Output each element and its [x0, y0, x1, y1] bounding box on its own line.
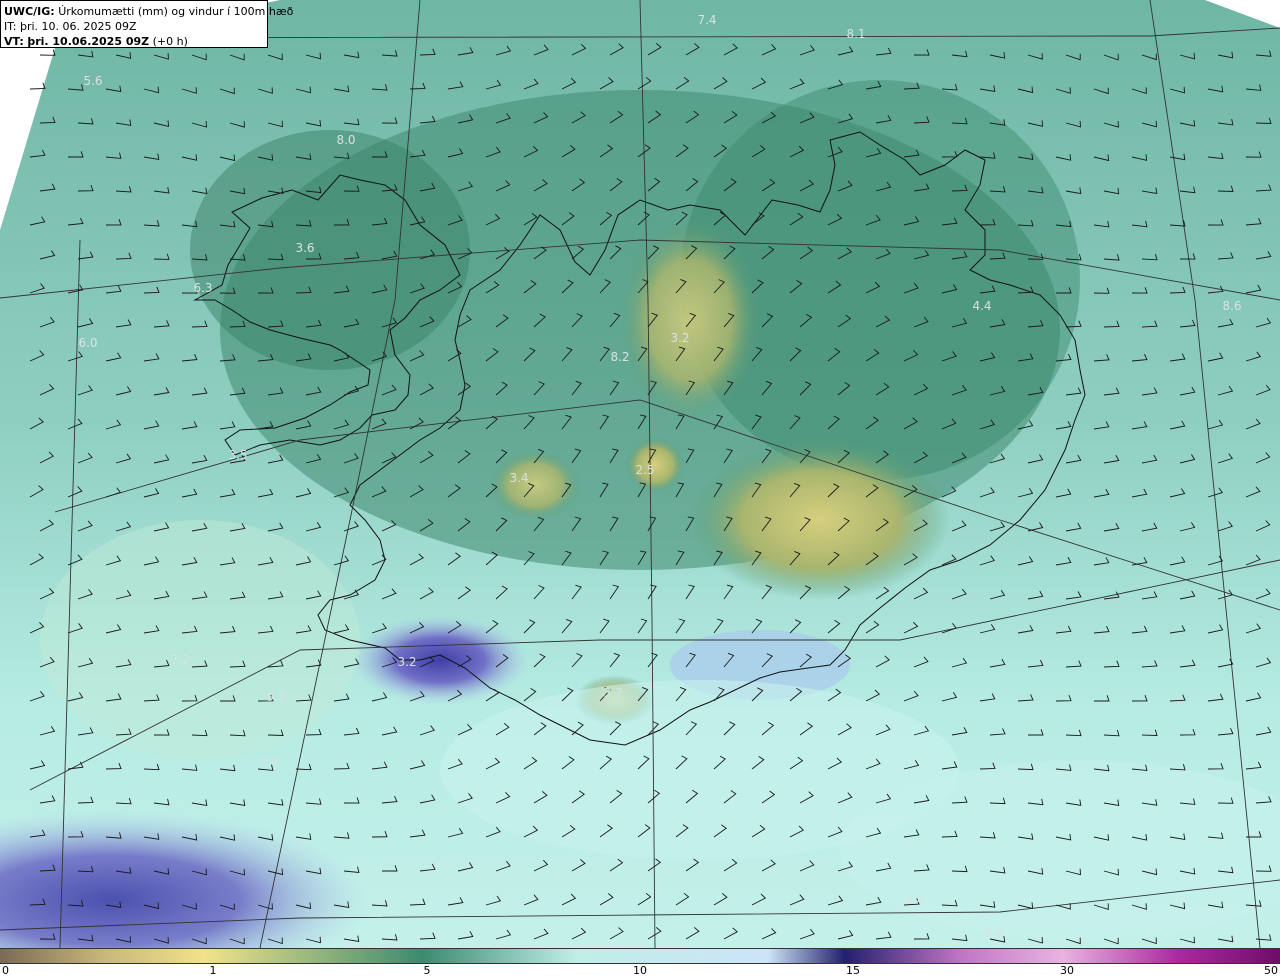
colorbar-tick: 10	[633, 964, 647, 977]
station-value: 5.6	[83, 74, 102, 88]
station-value: 8.1	[846, 27, 865, 41]
station-value: 8.6	[1222, 299, 1241, 313]
station-value: 9.3	[266, 690, 285, 704]
info-box: UWC/IG: Úrkomumætti (mm) og vindur í 100…	[0, 0, 293, 48]
station-value: 2.5	[635, 463, 654, 477]
valid-time-label: VT:	[4, 35, 24, 48]
station-value: 8.2	[610, 350, 629, 364]
station-value: 3.2	[670, 331, 689, 345]
colorbar-ticks: 0 1 5 10 15 30 50	[0, 964, 1280, 978]
map-title: Úrkomumætti (mm) og vindur í 100m hæð	[58, 5, 294, 18]
station-value: 6.0	[78, 336, 97, 350]
station-value: 6.3	[193, 281, 212, 295]
colorbar-tick: 1	[209, 964, 217, 977]
colorbar-tick: 50	[1264, 964, 1278, 977]
station-value: 3.6	[295, 241, 314, 255]
station-value: 3.4	[509, 471, 528, 485]
valid-time-value: þri. 10.06.2025 09Z	[27, 35, 150, 48]
station-value: 3.4	[905, 893, 924, 907]
station-value: 3.2	[397, 655, 416, 669]
colorbar-tick: 0	[2, 964, 9, 977]
station-value: 7.4	[260, 755, 279, 769]
colorbar-tick: 5	[423, 964, 431, 977]
initial-time: IT: þri. 10. 06. 2025 09Z	[4, 20, 137, 33]
station-value: 3.5	[228, 448, 247, 462]
valid-time-offset: (+0 h)	[152, 35, 188, 48]
station-value: 9.4	[983, 925, 1002, 939]
precipitation-map: 7.4 8.1 5.6 8.0 3.6 6.3 6.0 3.5 3.4 2.5 3.2 8.2 4.4 8…	[0, 0, 1280, 948]
station-value: 8.0	[336, 133, 355, 147]
station-value: 3.7	[603, 686, 622, 700]
colorbar	[0, 948, 1280, 964]
colorbar-tick: 15	[846, 964, 860, 977]
station-value: 4.4	[972, 299, 991, 313]
station-value: 7.4	[697, 13, 716, 27]
station-value: 7.2	[170, 653, 189, 667]
model-name: UWC/IG:	[4, 5, 55, 18]
colorbar-tick: 30	[1060, 964, 1074, 977]
